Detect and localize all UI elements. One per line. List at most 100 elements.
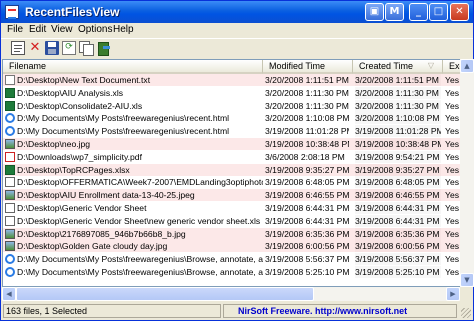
cell-modified-time: 3/19/2008 9:35:27 PM [265,164,349,175]
cell-modified-time: 3/20/2008 1:10:08 PM [265,113,349,124]
cell-filename: D:\Desktop\2176897085_946b7b66b8_b.jpg [17,228,186,239]
table-row[interactable]: D:\Desktop\Consolidate2-AIU.xls 3/20/2008… [3,99,460,112]
cell-extra: Yes [445,151,460,162]
image-file-icon [5,241,15,252]
title-extra-button-1[interactable]: ▣ [365,3,384,21]
cell-created-time: 3/19/2008 10:38:48 PM [355,138,441,150]
cell-created-time: 3/19/2008 9:54:21 PM [355,150,441,163]
excel-file-icon [5,164,15,175]
menu-help[interactable]: Help [113,24,134,35]
table-row[interactable]: D:\Desktop\OFFERMATICA\Week7-2007\EMDLan… [3,176,460,189]
cell-extra: Yes [445,267,460,277]
table-row[interactable]: D:\My Documents\My Posts\freewaregenius\… [3,125,460,138]
properties-icon[interactable] [11,41,25,55]
table-row[interactable]: D:\Desktop\New Text Document.txt 3/20/200… [3,74,460,86]
cell-extra: Yes [445,113,460,124]
cell-extra: Yes [445,177,460,188]
table-row[interactable]: D:\Desktop\Generic Vendor Sheet\new gene… [3,214,460,227]
cell-filename: D:\My Documents\My Posts\freewaregenius\… [17,113,230,124]
maximize-button[interactable]: □ [429,3,448,21]
status-credit-link[interactable]: NirSoft Freeware. http://www.nirsoft.net [223,304,457,318]
copy-icon[interactable] [79,41,94,56]
menu-edit[interactable]: Edit [29,24,46,35]
scroll-up-button[interactable]: ▲ [460,59,474,73]
cell-modified-time: 3/20/2008 1:11:51 PM [265,75,349,85]
resize-grip[interactable] [461,308,471,318]
cell-created-time: 3/19/2008 11:01:28 PM [355,125,441,138]
pdf-file-icon [5,151,15,162]
table-row[interactable]: D:\Desktop\AIU Enrollment data-13-40-25.… [3,189,460,202]
table-row[interactable]: D:\Desktop\TopRCPages.xlsx 3/19/2008 9:35… [3,163,460,176]
menu-options[interactable]: Options [78,24,112,35]
cell-created-time: 3/19/2008 6:00:56 PM [355,240,441,253]
table-row[interactable]: D:\My Documents\My Posts\freewaregenius\… [3,266,460,278]
table-row[interactable]: D:\Desktop\neo.jpg 3/19/2008 10:38:48 PM 3… [3,138,460,150]
cell-created-time: 3/20/2008 1:11:30 PM [355,86,441,99]
cell-filename: D:\Desktop\AIU Enrollment data-13-40-25.… [17,190,195,201]
table-row[interactable]: D:\Desktop\2176897085_946b7b66b8_b.jpg 3/… [3,227,460,240]
column-header-extra[interactable]: Exe [443,60,460,74]
cell-modified-time: 3/19/2008 6:48:05 PM [265,177,349,188]
column-header-created[interactable]: Created Time ▽ [353,60,443,74]
document-icon [5,203,15,213]
close-button[interactable]: ✕ [450,3,469,21]
save-icon[interactable] [45,41,59,55]
refresh-icon[interactable]: ⟳ [62,41,76,55]
cell-filename: D:\My Documents\My Posts\freewaregenius\… [17,267,263,277]
scroll-right-button[interactable]: ▶ [446,287,460,301]
cell-modified-time: 3/19/2008 11:01:28 PM [265,126,349,137]
table-row[interactable]: D:\My Documents\My Posts\freewaregenius\… [3,253,460,266]
table-row[interactable]: D:\Desktop\Generic Vendor Sheet 3/19/2008… [3,202,460,214]
cell-created-time: 3/19/2008 6:46:55 PM [355,189,441,202]
horizontal-scroll-thumb[interactable] [16,287,314,301]
cell-extra: Yes [445,87,460,98]
cell-extra: Yes [445,215,460,226]
vertical-scrollbar[interactable]: ▲ ▼ [460,59,474,287]
cell-filename: D:\Desktop\Consolidate2-AIU.xls [17,100,143,111]
table-row[interactable]: D:\My Documents\My Posts\freewaregenius\… [3,112,460,125]
cell-extra: Yes [445,254,460,265]
file-list[interactable]: Filename Modified Time Created Time▽ Exe… [2,59,461,287]
cell-modified-time: 3/20/2008 1:11:30 PM [265,100,349,111]
column-header-filename[interactable]: Filename [3,60,263,74]
cell-created-time: 3/19/2008 6:48:05 PM [355,176,441,189]
cell-extra: Yes [445,190,460,201]
text-file-icon [5,75,15,85]
scroll-left-button[interactable]: ◀ [2,287,16,301]
status-file-count: 163 files, 1 Selected [3,304,221,318]
delete-icon[interactable]: ✕ [28,41,42,55]
exit-icon[interactable] [97,41,111,56]
cell-filename: D:\Desktop\Generic Vendor Sheet [17,203,147,213]
ie-file-icon [5,126,15,137]
title-bar[interactable]: RecentFilesView ▣ M _ □ ✕ [1,1,473,23]
column-header-modified[interactable]: Modified Time [263,60,353,74]
ie-file-icon [5,254,15,265]
horizontal-scrollbar[interactable]: ◀ ▶ [2,287,460,301]
cell-created-time: 3/20/2008 1:10:08 PM [355,112,441,125]
cell-created-time: 3/19/2008 9:35:27 PM [355,163,441,176]
table-row[interactable]: D:\Desktop\AIU Analysis.xls 3/20/2008 1:1… [3,86,460,99]
cell-modified-time: 3/19/2008 6:44:31 PM [265,215,349,226]
menu-file[interactable]: File [7,24,23,35]
cell-created-time: 3/19/2008 6:44:31 PM [355,214,441,227]
cell-modified-time: 3/19/2008 6:44:31 PM [265,203,349,213]
cell-modified-time: 3/19/2008 6:46:55 PM [265,190,349,201]
cell-filename: D:\Desktop\neo.jpg [17,139,91,149]
table-row[interactable]: D:\Desktop\Golden Gate cloudy day.jpg 3/1… [3,240,460,253]
title-extra-button-2[interactable]: M [385,3,404,21]
cell-modified-time: 3/6/2008 2:08:18 PM [265,151,345,162]
cell-extra: Yes [445,241,460,252]
cell-modified-time: 3/19/2008 6:35:36 PM [265,228,349,239]
cell-created-time: 3/19/2008 6:35:36 PM [355,227,441,240]
cell-filename: D:\Desktop\TopRCPages.xlsx [17,164,130,175]
cell-created-time: 3/19/2008 5:25:10 PM [355,266,441,278]
sort-arrow-icon: ▽ [427,61,434,70]
cell-modified-time: 3/19/2008 6:00:56 PM [265,241,349,252]
document-icon [5,177,15,188]
scroll-down-button[interactable]: ▼ [460,273,474,287]
cell-extra: Yes [445,100,460,111]
app-icon[interactable] [5,5,19,19]
table-row[interactable]: D:\Downloads\wp7_simplicity.pdf 3/6/2008 … [3,150,460,163]
minimize-button[interactable]: _ [409,3,428,21]
menu-view[interactable]: View [51,24,73,35]
